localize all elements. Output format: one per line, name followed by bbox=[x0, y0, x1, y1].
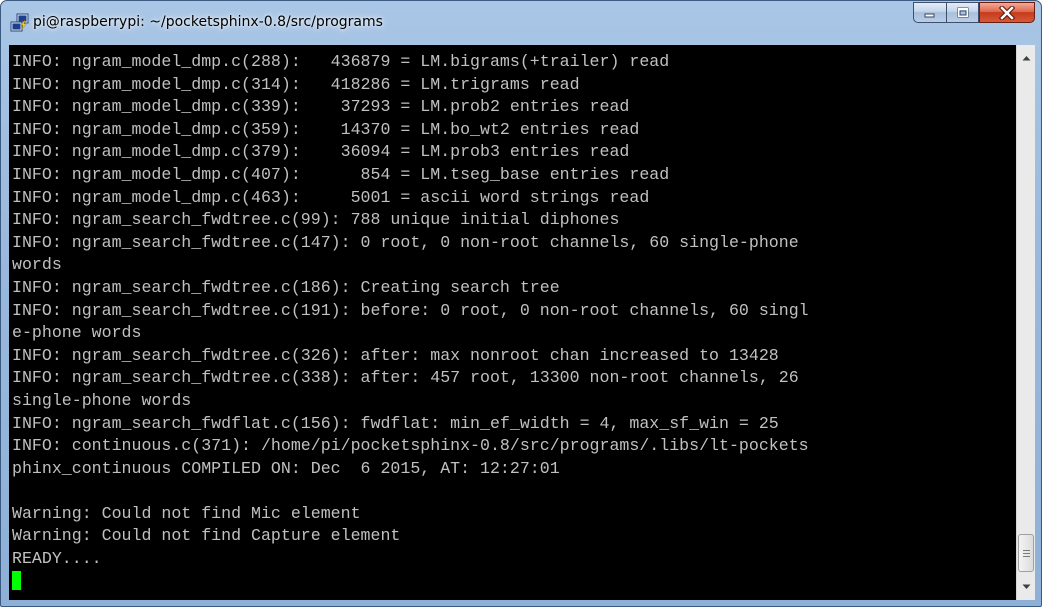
terminal-line-text: INFO: ngram_search_fwdtree.c(338): after… bbox=[12, 368, 799, 388]
arrow-down-icon bbox=[1022, 584, 1030, 589]
terminal-line: INFO: ngram_model_dmp.c(288): 436879 = L… bbox=[12, 51, 809, 74]
minimize-button[interactable] bbox=[913, 2, 946, 23]
thumb-grip bbox=[1023, 550, 1030, 551]
scroll-thumb[interactable] bbox=[1018, 534, 1034, 572]
terminal-line: INFO: ngram_model_dmp.c(463): 5001 = asc… bbox=[12, 187, 809, 210]
close-button[interactable] bbox=[979, 2, 1035, 23]
terminal-line-text: INFO: ngram_search_fwdtree.c(191): befor… bbox=[12, 300, 809, 320]
putty-icon[interactable] bbox=[10, 13, 30, 33]
terminal-line-text: READY.... bbox=[12, 549, 102, 569]
terminal-line: INFO: ngram_model_dmp.c(359): 14370 = LM… bbox=[12, 119, 809, 142]
terminal-line: INFO: ngram_search_fwdtree.c(191): befor… bbox=[12, 300, 809, 323]
scroll-down-button[interactable] bbox=[1017, 578, 1035, 596]
caption-buttons bbox=[913, 2, 1035, 23]
arrow-up-icon bbox=[1022, 56, 1030, 61]
text-cursor bbox=[12, 570, 21, 590]
terminal-line-text: e-phone words bbox=[12, 323, 142, 343]
terminal-line: words bbox=[12, 254, 809, 277]
terminal-line-text: INFO: ngram_search_fwdtree.c(99): 788 un… bbox=[12, 210, 620, 230]
terminal-output: INFO: ngram_model_dmp.c(288): 436879 = L… bbox=[12, 51, 809, 593]
window-title: pi@raspberrypi: ~/pocketsphinx-0.8/src/p… bbox=[33, 14, 383, 30]
terminal-line-text: INFO: ngram_search_fwdtree.c(186): Creat… bbox=[12, 277, 560, 297]
terminal-line-text: INFO: ngram_search_fwdflat.c(156): fwdfl… bbox=[12, 413, 779, 433]
terminal-line: Warning: Could not find Mic element bbox=[12, 503, 809, 526]
terminal-line: READY.... bbox=[12, 548, 809, 571]
terminal-line-text: Warning: Could not find Mic element bbox=[12, 503, 361, 523]
maximize-button[interactable] bbox=[946, 2, 979, 23]
terminal-line-text: INFO: ngram_model_dmp.c(407): 854 = LM.t… bbox=[12, 164, 670, 184]
prompt-line bbox=[12, 570, 809, 594]
terminal-line: INFO: ngram_model_dmp.c(379): 36094 = LM… bbox=[12, 141, 809, 164]
minimize-icon bbox=[924, 13, 935, 17]
terminal-line: INFO: ngram_search_fwdtree.c(326): after… bbox=[12, 345, 809, 368]
close-icon bbox=[999, 5, 1015, 20]
terminal-line-text: INFO: ngram_model_dmp.c(314): 418286 = L… bbox=[12, 74, 580, 94]
terminal-line: INFO: ngram_search_fwdflat.c(156): fwdfl… bbox=[12, 413, 809, 436]
terminal-screen[interactable]: INFO: ngram_model_dmp.c(288): 436879 = L… bbox=[9, 45, 1016, 600]
vertical-scrollbar[interactable] bbox=[1016, 45, 1035, 600]
terminal-line-text: INFO: ngram_model_dmp.c(359): 14370 = LM… bbox=[12, 119, 640, 139]
title-bar[interactable]: pi@raspberrypi: ~/pocketsphinx-0.8/src/p… bbox=[1, 1, 1041, 45]
terminal-line-text: INFO: ngram_model_dmp.c(463): 5001 = asc… bbox=[12, 187, 650, 207]
terminal-line-text: Warning: Could not find Capture element bbox=[12, 526, 401, 546]
terminal-line: INFO: ngram_model_dmp.c(407): 854 = LM.t… bbox=[12, 164, 809, 187]
thumb-grip bbox=[1023, 556, 1030, 557]
terminal-line-text: INFO: ngram_search_fwdtree.c(326): after… bbox=[12, 345, 779, 365]
thumb-grip bbox=[1023, 553, 1030, 554]
terminal-line-text: words bbox=[12, 255, 62, 275]
terminal-line: single-phone words bbox=[12, 390, 809, 413]
terminal-line: INFO: continuous.c(371): /home/pi/pocket… bbox=[12, 435, 809, 458]
terminal-line-text: INFO: ngram_model_dmp.c(379): 36094 = LM… bbox=[12, 142, 630, 162]
terminal-line-text: INFO: ngram_search_fwdtree.c(147): 0 roo… bbox=[12, 232, 799, 252]
terminal-line: Warning: Could not find Capture element bbox=[12, 525, 809, 548]
terminal-line: phinx_continuous COMPILED ON: Dec 6 2015… bbox=[12, 458, 809, 481]
terminal-line: INFO: ngram_search_fwdtree.c(338): after… bbox=[12, 367, 809, 390]
terminal-line-text: INFO: continuous.c(371): /home/pi/pocket… bbox=[12, 436, 809, 456]
terminal-line: e-phone words bbox=[12, 322, 809, 345]
terminal-line-text: INFO: ngram_model_dmp.c(339): 37293 = LM… bbox=[12, 97, 630, 117]
terminal-line-text: INFO: ngram_model_dmp.c(288): 436879 = L… bbox=[12, 52, 670, 71]
terminal-window: pi@raspberrypi: ~/pocketsphinx-0.8/src/p… bbox=[0, 0, 1042, 607]
maximize-icon bbox=[957, 7, 968, 17]
terminal-line: INFO: ngram_search_fwdtree.c(186): Creat… bbox=[12, 277, 809, 300]
terminal-line: INFO: ngram_model_dmp.c(339): 37293 = LM… bbox=[12, 96, 809, 119]
terminal-line: INFO: ngram_search_fwdtree.c(147): 0 roo… bbox=[12, 232, 809, 255]
terminal-line-text: phinx_continuous COMPILED ON: Dec 6 2015… bbox=[12, 458, 560, 478]
terminal-line: INFO: ngram_model_dmp.c(314): 418286 = L… bbox=[12, 74, 809, 97]
terminal-line: INFO: ngram_search_fwdtree.c(99): 788 un… bbox=[12, 209, 809, 232]
scroll-up-button[interactable] bbox=[1017, 49, 1035, 67]
terminal-line-text: single-phone words bbox=[12, 390, 192, 410]
